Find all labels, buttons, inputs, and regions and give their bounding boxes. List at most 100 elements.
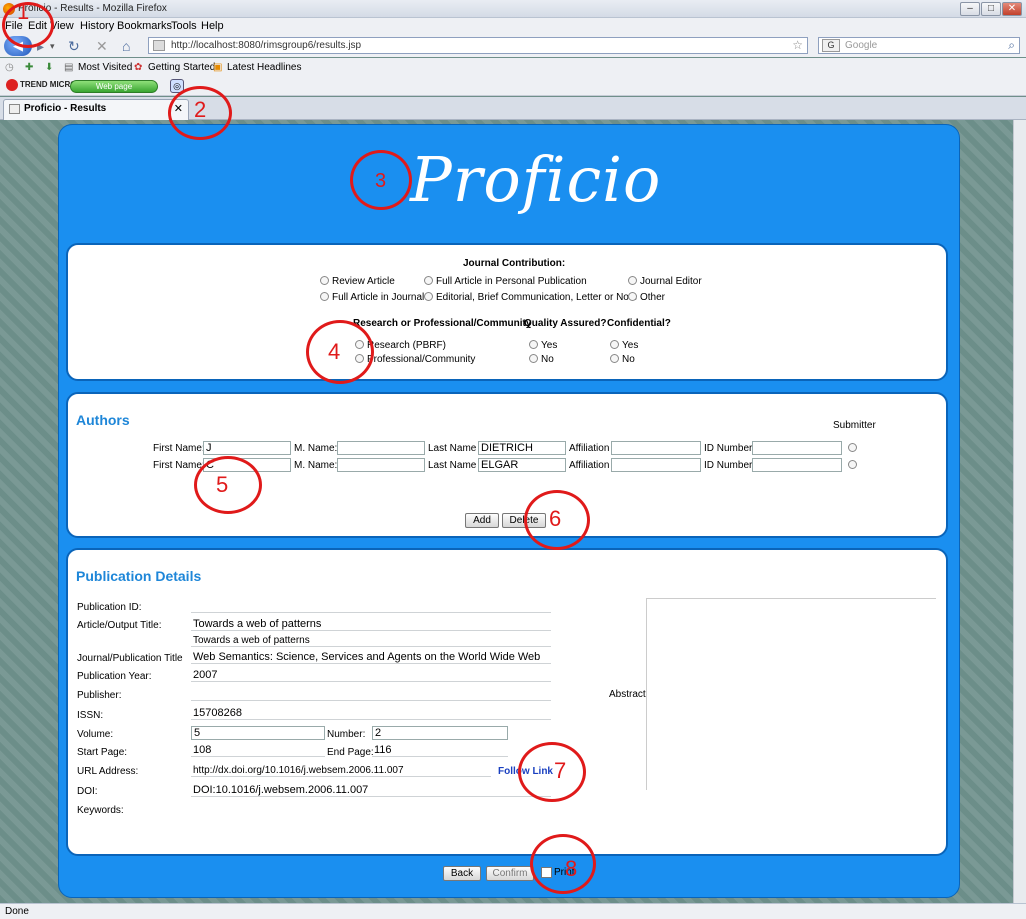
label-confidential-no: No	[622, 354, 635, 365]
submitter-label: Submitter	[833, 420, 876, 431]
tab-strip: Proficio - Results ✕	[0, 97, 1026, 120]
radio-review-article[interactable]	[320, 276, 329, 285]
search-placeholder: Google	[845, 40, 878, 51]
search-bar[interactable]: G Google ⌕	[818, 37, 1020, 54]
author1-affiliation-input[interactable]	[611, 441, 701, 455]
radio-editorial-letter[interactable]	[424, 292, 433, 301]
label-review-article: Review Article	[332, 276, 395, 287]
url-bar[interactable]: http://localhost:8080/rimsgroup6/results…	[148, 37, 808, 54]
url-address-label: URL Address:	[77, 766, 139, 777]
clock-icon[interactable]: ◷	[5, 62, 14, 73]
annotation-number-5: 5	[216, 472, 229, 497]
doi-label: DOI:	[77, 786, 98, 797]
status-bar: Done	[0, 903, 1026, 919]
menu-history[interactable]: History	[80, 20, 114, 32]
search-icon[interactable]: ⌕	[1008, 38, 1015, 53]
radio-full-article-journal[interactable]	[320, 292, 329, 301]
end-page-label: End Page:	[327, 747, 374, 758]
label-journal-editor: Journal Editor	[640, 276, 702, 287]
back-button-form[interactable]: Back	[443, 866, 481, 881]
number-input[interactable]: 2	[372, 726, 508, 740]
label-editorial-letter: Editorial, Brief Communication, Letter o…	[436, 292, 638, 303]
label-research-pbrf: Research (PBRF)	[367, 340, 446, 351]
bookmark-latest-headlines[interactable]: Latest Headlines	[227, 62, 302, 73]
abstract-textarea[interactable]	[646, 598, 936, 790]
label-professional-community: Professional/Community	[367, 354, 476, 365]
annotation-number-4: 4	[328, 339, 341, 364]
minimize-button[interactable]: –	[960, 2, 980, 16]
add-icon[interactable]: ✚	[25, 62, 33, 73]
rss-icon: ▣	[213, 62, 223, 73]
author2-middle-name-input[interactable]	[337, 458, 425, 472]
author-id-number-label: ID Number	[704, 460, 753, 471]
keywords-field[interactable]	[191, 803, 551, 816]
issn-field[interactable]: 15708268	[191, 707, 551, 720]
menu-bookmarks[interactable]: Bookmarks	[117, 20, 172, 32]
radio-confidential-yes[interactable]	[610, 340, 619, 349]
radio-confidential-no[interactable]	[610, 354, 619, 363]
download-icon[interactable]: ⬇	[45, 62, 53, 73]
annotation-number-6: 6	[549, 506, 562, 531]
tab-proficio-results[interactable]: Proficio - Results ✕	[3, 99, 189, 120]
label-quality-yes: Yes	[541, 340, 558, 351]
maximize-button[interactable]: □	[981, 2, 1001, 16]
author-first-name-label: First Name:	[153, 443, 205, 454]
trend-micro-toolbar: TREND MICRO Web page ◎	[0, 77, 1026, 96]
radio-other[interactable]	[628, 292, 637, 301]
bookmark-getting-started[interactable]: Getting Started	[148, 62, 215, 73]
menu-tools[interactable]: Tools	[171, 20, 197, 32]
stop-icon[interactable]: ✕	[96, 38, 108, 54]
bookmark-page-icon: ▤	[64, 62, 74, 73]
article-title-field[interactable]: Towards a web of patterns	[191, 618, 551, 631]
author-first-name-label: First Name:	[153, 460, 205, 471]
authors-heading: Authors	[76, 412, 130, 428]
url-address-field[interactable]: http://dx.doi.org/10.1016/j.websem.2006.…	[191, 764, 491, 777]
publication-year-label: Publication Year:	[77, 671, 152, 682]
volume-label: Volume:	[77, 729, 114, 740]
publisher-field[interactable]	[191, 688, 551, 701]
author-last-name-label: Last Name	[428, 460, 477, 471]
annotation-number-3: 3	[375, 170, 387, 192]
search-engine-icon[interactable]: G	[822, 39, 840, 52]
author2-last-name-input[interactable]: ELGAR	[478, 458, 566, 472]
web-page-status-pill[interactable]: Web page	[70, 80, 158, 93]
radio-full-article-personal[interactable]	[424, 276, 433, 285]
home-icon[interactable]: ⌂	[122, 38, 130, 54]
publication-id-field[interactable]	[191, 600, 551, 613]
add-author-button[interactable]: Add	[465, 513, 499, 528]
bookmark-most-visited[interactable]: Most Visited	[78, 62, 132, 73]
history-dropdown-icon[interactable]: ▾	[50, 38, 55, 54]
menu-help[interactable]: Help	[201, 20, 224, 32]
author1-last-name-input[interactable]: DIETRICH	[478, 441, 566, 455]
start-page-field[interactable]: 108	[191, 744, 325, 757]
confirm-button[interactable]: Confirm	[486, 866, 534, 881]
author2-affiliation-input[interactable]	[611, 458, 701, 472]
volume-input[interactable]: 5	[191, 726, 325, 740]
reload-icon[interactable]: ↻	[68, 38, 80, 54]
close-window-button[interactable]: ✕	[1002, 2, 1022, 16]
author1-first-name-input[interactable]: J	[203, 441, 291, 455]
page-icon	[153, 40, 165, 51]
author1-middle-name-input[interactable]	[337, 441, 425, 455]
doi-field[interactable]: DOI:10.1016/j.websem.2006.11.007	[191, 784, 551, 797]
author2-id-number-input[interactable]	[752, 458, 842, 472]
bookmark-star-icon[interactable]: ☆	[792, 38, 803, 53]
vertical-scrollbar[interactable]	[1013, 120, 1026, 903]
keywords-label: Keywords:	[77, 805, 124, 816]
quality-assured-heading: Quality Assured?	[524, 318, 607, 329]
author-affiliation-label: Affiliation	[569, 460, 610, 471]
author1-id-number-input[interactable]	[752, 441, 842, 455]
author2-submitter-radio[interactable]	[848, 460, 857, 469]
publication-year-field[interactable]: 2007	[191, 669, 551, 682]
author-affiliation-label: Affiliation	[569, 443, 610, 454]
end-page-field[interactable]: 116	[372, 744, 508, 757]
author1-submitter-radio[interactable]	[848, 443, 857, 452]
author-middle-name-label: M. Name:	[294, 460, 338, 471]
journal-title-field[interactable]: Web Semantics: Science, Services and Age…	[191, 651, 551, 664]
trend-micro-logo: TREND MICRO	[6, 79, 76, 91]
radio-quality-no[interactable]	[529, 354, 538, 363]
status-text: Done	[5, 906, 29, 917]
radio-quality-yes[interactable]	[529, 340, 538, 349]
article-title-field-secondary[interactable]: Towards a web of patterns	[191, 634, 551, 647]
radio-journal-editor[interactable]	[628, 276, 637, 285]
